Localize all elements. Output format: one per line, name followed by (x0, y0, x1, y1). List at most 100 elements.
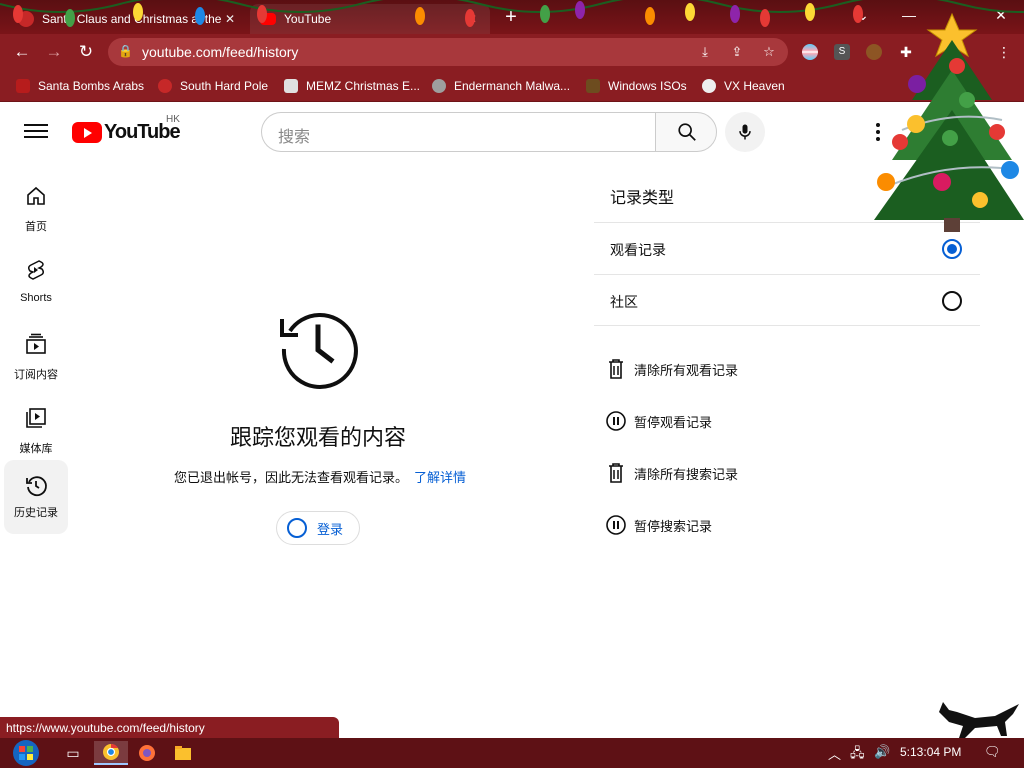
bookmark-endermanch[interactable]: Endermanch Malwa... (432, 76, 570, 96)
clear-watch-history-button[interactable]: 清除所有观看记录 (604, 356, 738, 382)
bookmark-label: Windows ISOs (608, 79, 687, 93)
chrome-icon (103, 743, 119, 760)
history-type-community[interactable]: 社区 (594, 274, 980, 326)
bookmark-star-icon[interactable]: ☆ (760, 43, 778, 61)
radio-community[interactable] (942, 291, 962, 311)
shorts-icon (27, 260, 45, 280)
sidebar-item-library[interactable]: 媒体库 (4, 394, 68, 468)
learn-more-link[interactable]: 了解详情 (414, 470, 466, 485)
region-code: HK (166, 114, 180, 125)
pause-watch-history-button[interactable]: 暂停观看记录 (604, 408, 712, 434)
back-button[interactable]: ← (10, 41, 34, 63)
sidebar-item-home[interactable]: 首页 (4, 172, 68, 246)
reload-button[interactable]: ↻ (74, 41, 98, 63)
pause-search-history-button[interactable]: 暂停搜索记录 (604, 512, 712, 538)
signed-out-text: 您已退出帐号，因此无法查看观看记录。 (173, 470, 408, 485)
search-input[interactable]: 搜索 (261, 112, 655, 152)
bio-icon (702, 79, 716, 93)
bookmark-santa-bombs[interactable]: Santa Bombs Arabs (16, 76, 144, 96)
address-bar[interactable]: 🔒 youtube.com/feed/history ⤓ ⇪ ☆ (108, 38, 788, 66)
taskbar-firefox[interactable] (130, 741, 164, 765)
trash-icon (609, 463, 623, 483)
santa-icon (16, 79, 30, 93)
forward-button[interactable]: → (42, 41, 66, 63)
sidebar-label: 订阅内容 (14, 369, 58, 381)
tree-icon (586, 79, 600, 93)
history-type-label: 社区 (610, 294, 638, 310)
pause-circle-icon (606, 411, 626, 431)
sidebar-item-shorts[interactable]: Shorts (4, 246, 68, 320)
youtube-favicon-icon (260, 13, 276, 25)
network-icon[interactable]: 🖧 (850, 744, 865, 766)
search-icon (678, 123, 696, 141)
url-text: youtube.com/feed/history (142, 44, 299, 60)
taskbar-chrome[interactable] (94, 741, 128, 765)
microphone-icon (739, 124, 751, 140)
clear-search-history-button[interactable]: 清除所有搜索记录 (604, 460, 738, 486)
share-icon[interactable]: ⇪ (728, 43, 746, 61)
library-icon (26, 408, 46, 428)
subscriptions-icon (26, 333, 46, 354)
folder-icon (175, 746, 191, 760)
tab-label: YouTube (284, 12, 332, 26)
youtube-play-icon (72, 121, 102, 143)
radio-watch-history[interactable] (942, 239, 962, 259)
windows-taskbar: ▭ ︿ 🖧 🔊 5:13:04 PM 🗨 (0, 738, 1024, 768)
sidebar-item-subscriptions[interactable]: 订阅内容 (4, 320, 68, 394)
bookmark-label: VX Heaven (724, 79, 785, 93)
sidebar-label: 历史记录 (14, 507, 58, 519)
link-status-bubble: https://www.youtube.com/feed/history (0, 717, 339, 738)
tab-close-icon[interactable]: ✕ (222, 12, 238, 26)
search-placeholder: 搜索 (278, 129, 311, 146)
extension-flag-icon[interactable] (802, 44, 818, 60)
lock-icon: 🔒 (118, 44, 133, 58)
new-tab-button[interactable]: + (500, 7, 522, 29)
bookmark-label: MEMZ Christmas E... (306, 79, 421, 93)
tab-santa[interactable]: Santa Claus and Christmas at the ✕ (8, 4, 248, 34)
taskbar-clock[interactable]: 5:13:04 PM (900, 745, 961, 759)
page-icon (284, 79, 298, 93)
sign-in-label: 登录 (317, 521, 344, 537)
running-cat-decoration (939, 702, 1019, 738)
action-label: 清除所有搜索记录 (634, 466, 739, 482)
tab-close-icon[interactable]: ✕ (464, 12, 480, 26)
snowflake-icon (158, 79, 172, 93)
voice-search-button[interactable] (725, 112, 765, 152)
sidebar-label: 首页 (25, 221, 47, 233)
history-heading: 跟踪您观看的内容 (229, 425, 406, 450)
bookmark-label: Santa Bombs Arabs (38, 79, 145, 93)
taskbar-file-explorer[interactable] (166, 741, 200, 765)
santa-favicon-icon (18, 11, 34, 27)
bookmark-memz[interactable]: MEMZ Christmas E... (284, 76, 420, 96)
bookmark-south-hard-pole[interactable]: South Hard Pole (158, 76, 268, 96)
youtube-logo[interactable]: YouTube HK (72, 114, 181, 144)
history-large-icon (280, 312, 358, 389)
extension-s-icon[interactable]: S (834, 44, 850, 60)
task-view-button[interactable]: ▭ (56, 741, 90, 765)
volume-icon[interactable]: 🔊 (874, 744, 890, 760)
bookmark-windows-isos[interactable]: Windows ISOs (586, 76, 687, 96)
action-center-icon[interactable]: 🗨 (984, 744, 1001, 760)
home-icon (27, 186, 45, 205)
search-button[interactable] (655, 112, 717, 152)
tab-label: Santa Claus and Christmas at the (42, 12, 222, 26)
history-icon (26, 476, 47, 497)
bookmark-vx-heaven[interactable]: VX Heaven (702, 76, 785, 96)
install-icon[interactable]: ⤓ (696, 43, 714, 61)
guide-sidebar: 首页 Shorts 订阅内容 媒体库 历史记录 (0, 160, 72, 580)
windows-logo-icon (13, 740, 39, 766)
bookmark-label: South Hard Pole (180, 79, 269, 93)
history-type-label: 观看记录 (610, 242, 666, 258)
bookmark-label: Endermanch Malwa... (454, 79, 571, 93)
start-button[interactable] (6, 740, 46, 766)
pause-circle-icon (606, 515, 626, 535)
action-label: 暂停观看记录 (634, 414, 713, 430)
action-label: 清除所有观看记录 (634, 362, 739, 378)
sidebar-item-history[interactable]: 历史记录 (4, 460, 68, 534)
tray-overflow-icon[interactable]: ︿ (828, 744, 841, 763)
menu-hamburger-icon[interactable] (24, 120, 48, 140)
trash-icon (609, 359, 623, 379)
tab-youtube[interactable]: YouTube ✕ (250, 4, 490, 34)
firefox-icon (139, 745, 155, 761)
sign-in-button[interactable]: 登录 (276, 511, 360, 545)
